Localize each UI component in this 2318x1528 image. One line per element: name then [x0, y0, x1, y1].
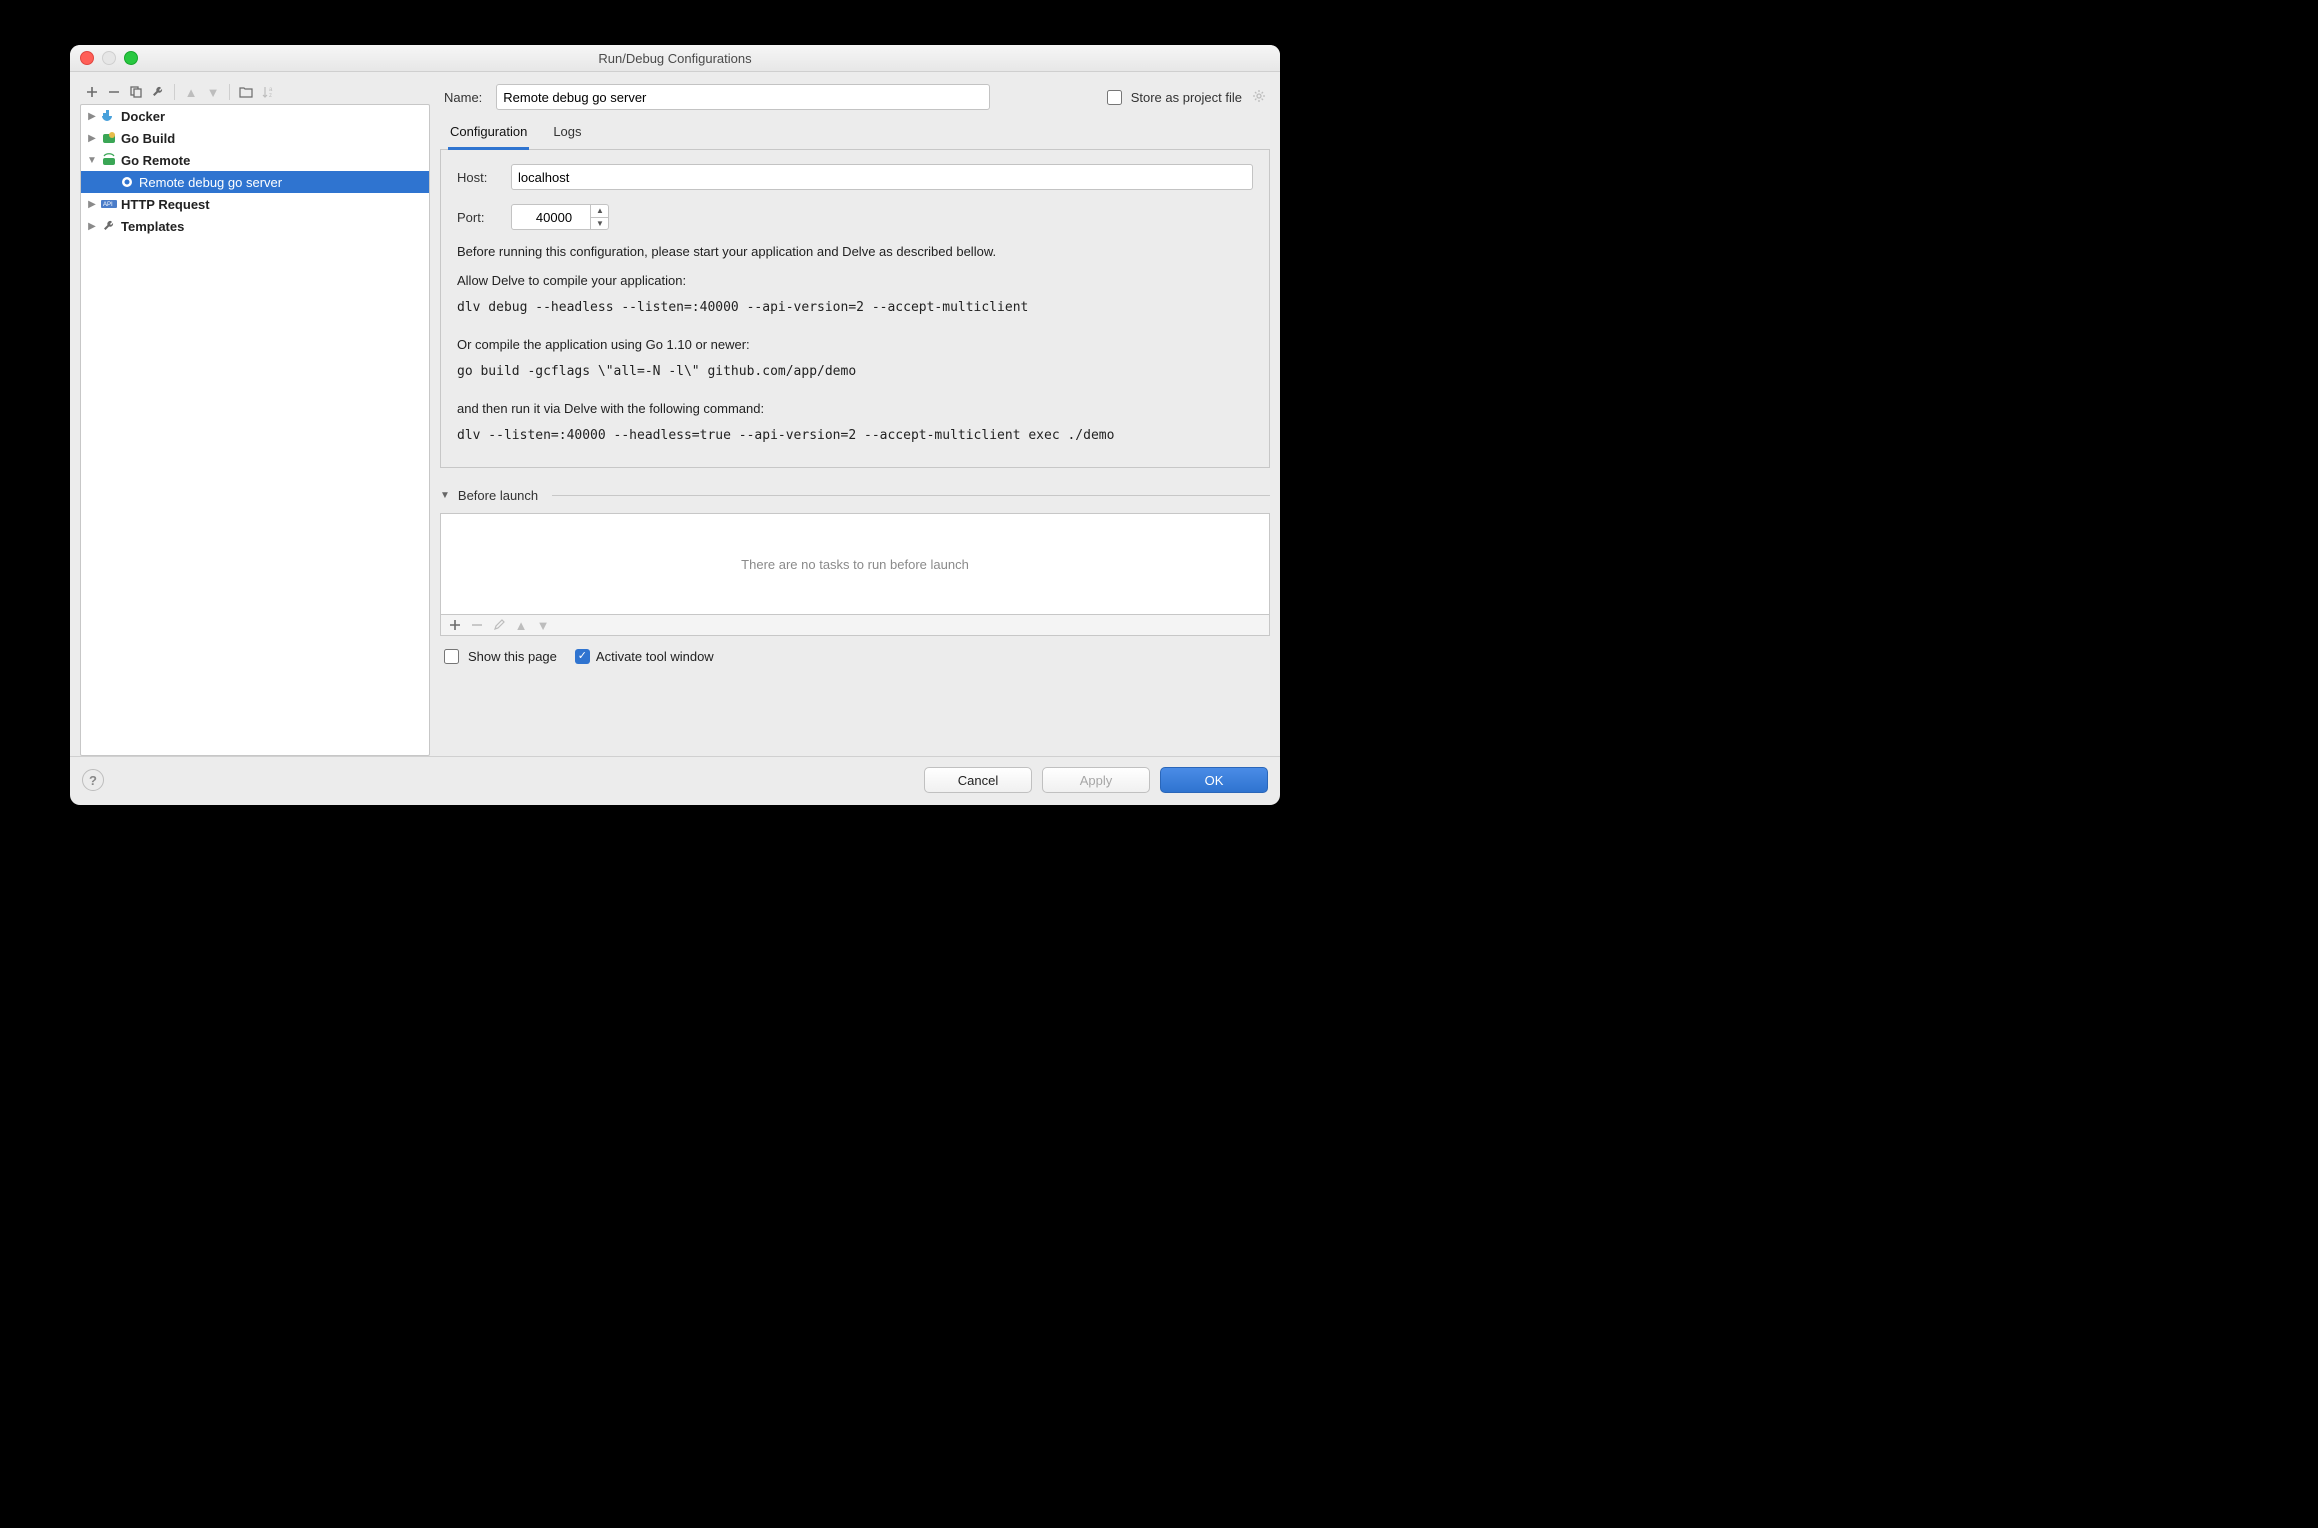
main-panel: Name: Store as project file Configuratio…: [440, 82, 1270, 756]
step-up-icon[interactable]: ▲: [591, 204, 609, 218]
tree-item-label: Remote debug go server: [139, 175, 282, 190]
cancel-button[interactable]: Cancel: [924, 767, 1032, 793]
ok-button[interactable]: OK: [1160, 767, 1268, 793]
show-this-page-checkbox[interactable]: Show this page: [440, 646, 557, 667]
tree-item-go-build[interactable]: ▶ Go Build: [81, 127, 429, 149]
empty-text: There are no tasks to run before launch: [741, 557, 969, 572]
apply-button: Apply: [1042, 767, 1150, 793]
activate-tool-label: Activate tool window: [596, 649, 714, 664]
dialog-footer: ? Cancel Apply OK: [70, 756, 1280, 805]
name-input[interactable]: [496, 84, 990, 110]
titlebar: Run/Debug Configurations: [70, 45, 1280, 72]
window-title: Run/Debug Configurations: [70, 51, 1280, 66]
instructions-text: Or compile the application using Go 1.10…: [457, 337, 1253, 352]
command-text: dlv debug --headless --listen=:40000 --a…: [457, 300, 1253, 315]
maximize-icon[interactable]: [124, 51, 138, 65]
before-launch-list[interactable]: There are no tasks to run before launch: [440, 513, 1270, 615]
show-page-checkbox-input[interactable]: [444, 649, 459, 664]
store-checkbox-input[interactable]: [1107, 90, 1122, 105]
before-launch-toolbar: ▲ ▼: [440, 615, 1270, 636]
add-icon[interactable]: [84, 84, 100, 100]
sort-icon: az: [260, 84, 276, 100]
collapse-arrow-icon[interactable]: ▼: [440, 490, 450, 501]
tree-item-templates[interactable]: ▶ Templates: [81, 215, 429, 237]
sidebar: ▲ ▼ az ▶ Docker: [80, 82, 430, 756]
step-down-icon[interactable]: ▼: [591, 218, 609, 231]
tree-item-remote-debug-go-server[interactable]: Remote debug go server: [81, 171, 429, 193]
name-label: Name:: [444, 90, 482, 105]
show-page-label: Show this page: [468, 649, 557, 664]
divider: [552, 495, 1270, 497]
edit-icon: [491, 617, 507, 633]
go-remote-config-icon: [119, 174, 135, 190]
folder-icon[interactable]: [238, 84, 254, 100]
up-arrow-icon: ▲: [513, 617, 529, 633]
up-arrow-icon: ▲: [183, 84, 199, 100]
add-icon[interactable]: [447, 617, 463, 633]
svg-text:z: z: [269, 93, 272, 98]
wrench-icon[interactable]: [150, 84, 166, 100]
instructions-text: Allow Delve to compile your application:: [457, 273, 1253, 288]
dialog-window: Run/Debug Configurations: [70, 45, 1280, 805]
tree-item-label: Templates: [121, 219, 184, 234]
gear-icon: [1252, 89, 1266, 106]
instructions-text: Before running this configuration, pleas…: [457, 244, 1253, 259]
tree-item-docker[interactable]: ▶ Docker: [81, 105, 429, 127]
expand-arrow-icon[interactable]: ▶: [87, 111, 97, 122]
collapse-arrow-icon[interactable]: ▼: [87, 155, 97, 166]
http-request-icon: API: [101, 196, 117, 212]
checked-checkbox-icon[interactable]: ✓: [575, 649, 590, 664]
instructions-text: and then run it via Delve with the follo…: [457, 401, 1253, 416]
port-stepper[interactable]: ▲ ▼: [590, 204, 609, 230]
before-launch-label: Before launch: [458, 488, 538, 503]
configuration-panel: Host: Port: ▲ ▼ Before runnin: [440, 150, 1270, 468]
remove-icon[interactable]: [106, 84, 122, 100]
command-text: dlv --listen=:40000 --headless=true --ap…: [457, 428, 1253, 443]
tree-item-http-request[interactable]: ▶ API HTTP Request: [81, 193, 429, 215]
expand-arrow-icon[interactable]: ▶: [87, 133, 97, 144]
tree-item-label: Docker: [121, 109, 165, 124]
tab-logs[interactable]: Logs: [551, 120, 583, 150]
activate-tool-window-checkbox[interactable]: ✓ Activate tool window: [575, 649, 714, 664]
docker-icon: [101, 108, 117, 124]
wrench-icon: [101, 218, 117, 234]
tab-configuration[interactable]: Configuration: [448, 120, 529, 150]
copy-icon[interactable]: [128, 84, 144, 100]
store-label: Store as project file: [1131, 90, 1242, 105]
expand-arrow-icon[interactable]: ▶: [87, 221, 97, 232]
expand-arrow-icon[interactable]: ▶: [87, 199, 97, 210]
down-arrow-icon: ▼: [205, 84, 221, 100]
configurations-tree[interactable]: ▶ Docker ▶ Go Build ▼: [80, 104, 430, 756]
store-as-project-file-checkbox[interactable]: Store as project file: [1103, 87, 1266, 108]
tree-toolbar: ▲ ▼ az: [80, 82, 430, 104]
close-icon[interactable]: [80, 51, 94, 65]
down-arrow-icon: ▼: [535, 617, 551, 633]
port-label: Port:: [457, 210, 501, 225]
command-text: go build -gcflags \"all=-N -l\" github.c…: [457, 364, 1253, 379]
remove-icon: [469, 617, 485, 633]
go-remote-icon: [101, 152, 117, 168]
host-input[interactable]: [511, 164, 1253, 190]
go-build-icon: [101, 130, 117, 146]
before-launch-section: ▼ Before launch There are no tasks to ru…: [440, 488, 1270, 667]
tree-item-label: HTTP Request: [121, 197, 210, 212]
tabs: Configuration Logs: [440, 120, 1270, 150]
minimize-icon: [102, 51, 116, 65]
tree-item-label: Go Remote: [121, 153, 190, 168]
tree-item-label: Go Build: [121, 131, 175, 146]
tree-item-go-remote[interactable]: ▼ Go Remote: [81, 149, 429, 171]
host-label: Host:: [457, 170, 501, 185]
help-icon[interactable]: ?: [82, 769, 104, 791]
svg-text:API: API: [103, 202, 113, 208]
